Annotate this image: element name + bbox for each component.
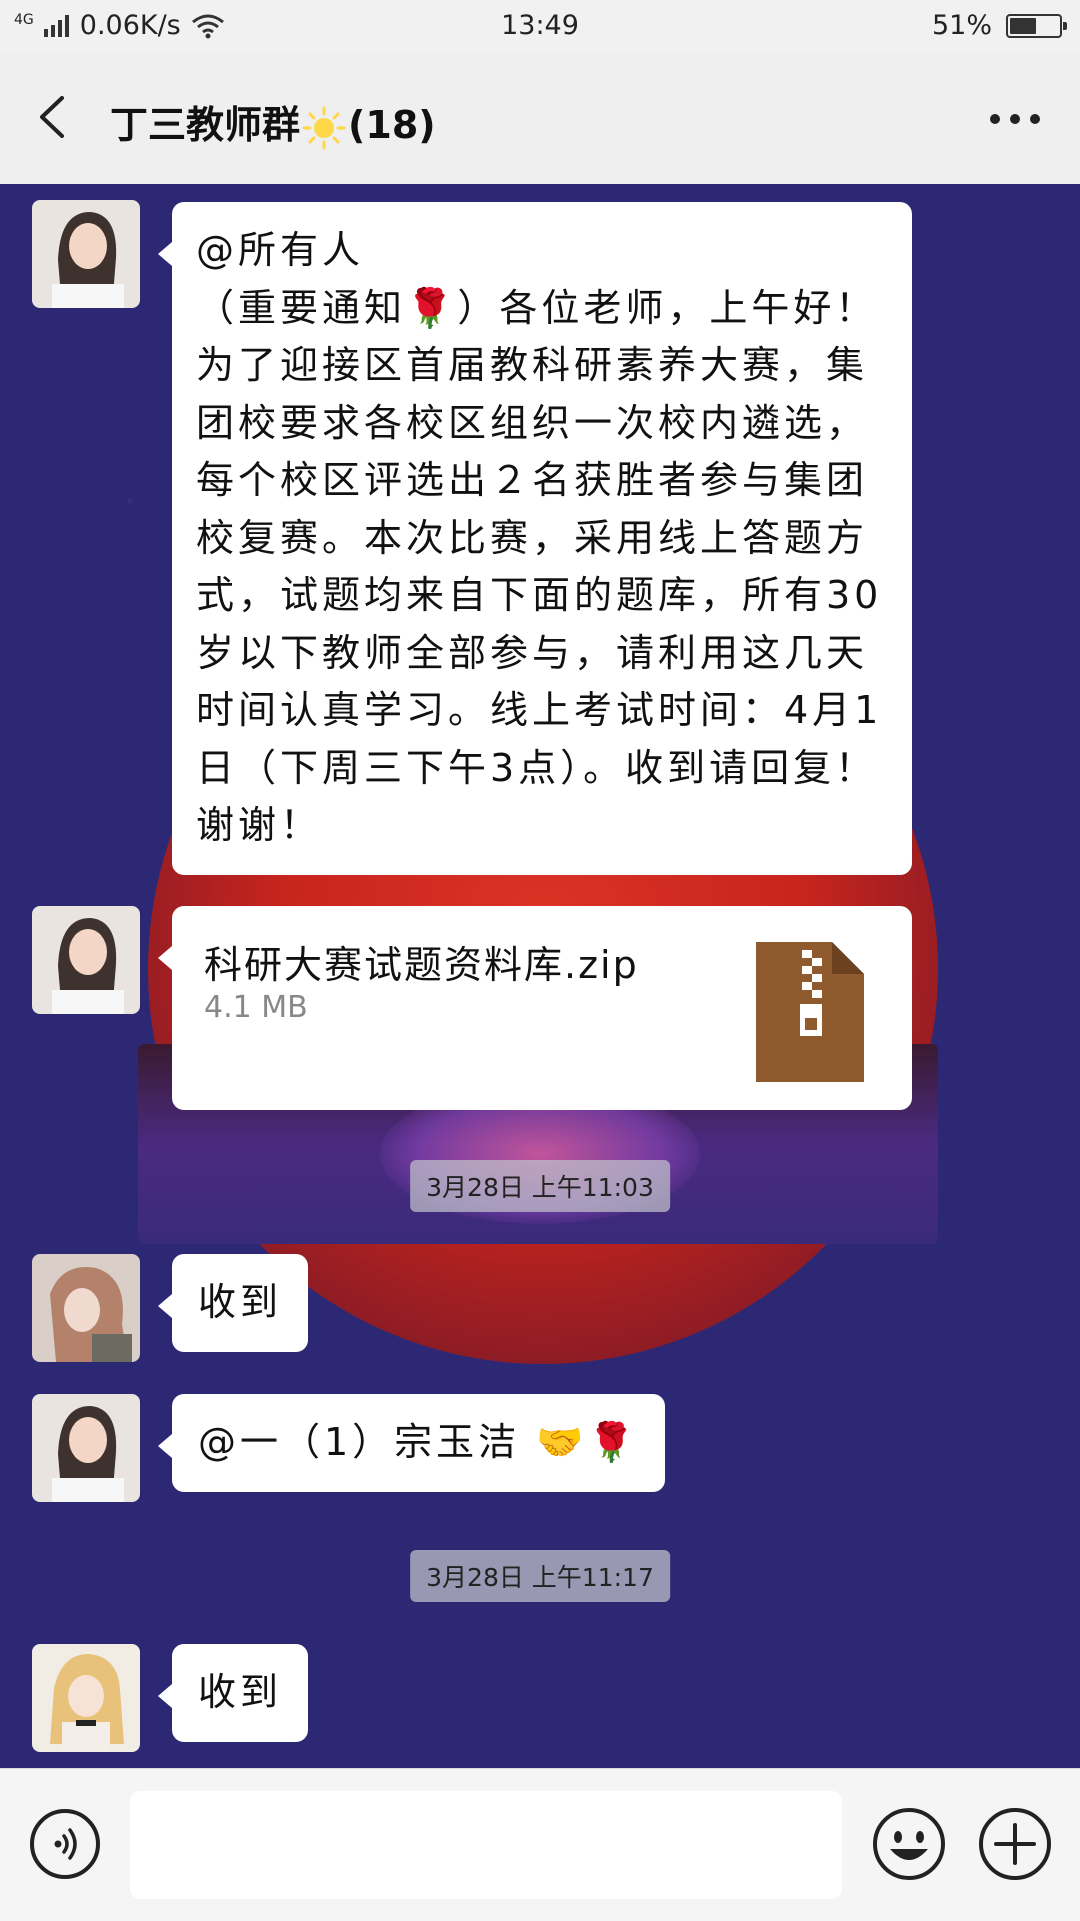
file-message[interactable]: 科研大赛试题资料库.zip 4.1 MB	[158, 906, 912, 1110]
voice-button[interactable]	[30, 1809, 100, 1879]
voice-icon	[54, 1828, 77, 1860]
chat-area[interactable]: @所有人 （重要通知🌹）各位老师，上午好！为了迎接区首届教科研素养大赛，集团校要…	[0, 184, 1080, 1768]
emoji-icon[interactable]	[872, 1807, 946, 1881]
message-bubble[interactable]: 收到	[157, 1254, 309, 1352]
file-size: 4.1 MB	[204, 990, 308, 1025]
file-name: 科研大赛试题资料库.zip	[204, 943, 639, 987]
message-bubble[interactable]: 收到	[157, 1644, 309, 1742]
message-text: 收到	[198, 1280, 283, 1324]
plus-icon[interactable]	[978, 1807, 1052, 1881]
message-input[interactable]	[130, 1791, 842, 1899]
message-text: @一（1）宗玉洁 🤝🌹	[198, 1420, 639, 1464]
zip-file-icon	[756, 942, 864, 1082]
avatar[interactable]	[32, 1644, 140, 1752]
member-count: (18)	[348, 103, 436, 147]
input-bar	[0, 1768, 1080, 1921]
sun-emoji-icon	[302, 106, 346, 149]
back-arrow-icon[interactable]	[30, 92, 80, 142]
group-name: 丁三教师群	[110, 103, 301, 147]
avatar[interactable]	[32, 1394, 140, 1502]
message-bubble[interactable]: @一（1）宗玉洁 🤝🌹	[158, 1394, 665, 1492]
message-bubble[interactable]: @所有人 （重要通知🌹）各位老师，上午好！为了迎接区首届教科研素养大赛，集团校要…	[158, 202, 912, 875]
status-bar: 4G 0.06K/s 13:49 51%	[0, 0, 1080, 52]
chat-header: 丁三教师群 (18)	[0, 52, 1080, 184]
timestamp: 3月28日 上午11:17	[410, 1550, 670, 1602]
avatar[interactable]	[32, 200, 140, 308]
timestamp: 3月28日 上午11:03	[410, 1160, 670, 1212]
battery-icon	[1006, 13, 1067, 38]
battery-percent: 51%	[931, 10, 992, 41]
avatar[interactable]	[32, 906, 140, 1014]
chat-title: 丁三教师群 (18)	[110, 94, 436, 150]
more-options-icon[interactable]	[990, 114, 1040, 124]
message-text: @所有人 （重要通知🌹）各位老师，上午好！为了迎接区首届教科研素养大赛，集团校要…	[196, 228, 883, 847]
message-text: 收到	[198, 1670, 283, 1714]
avatar[interactable]	[32, 1254, 140, 1362]
clock: 13:49	[501, 10, 579, 41]
